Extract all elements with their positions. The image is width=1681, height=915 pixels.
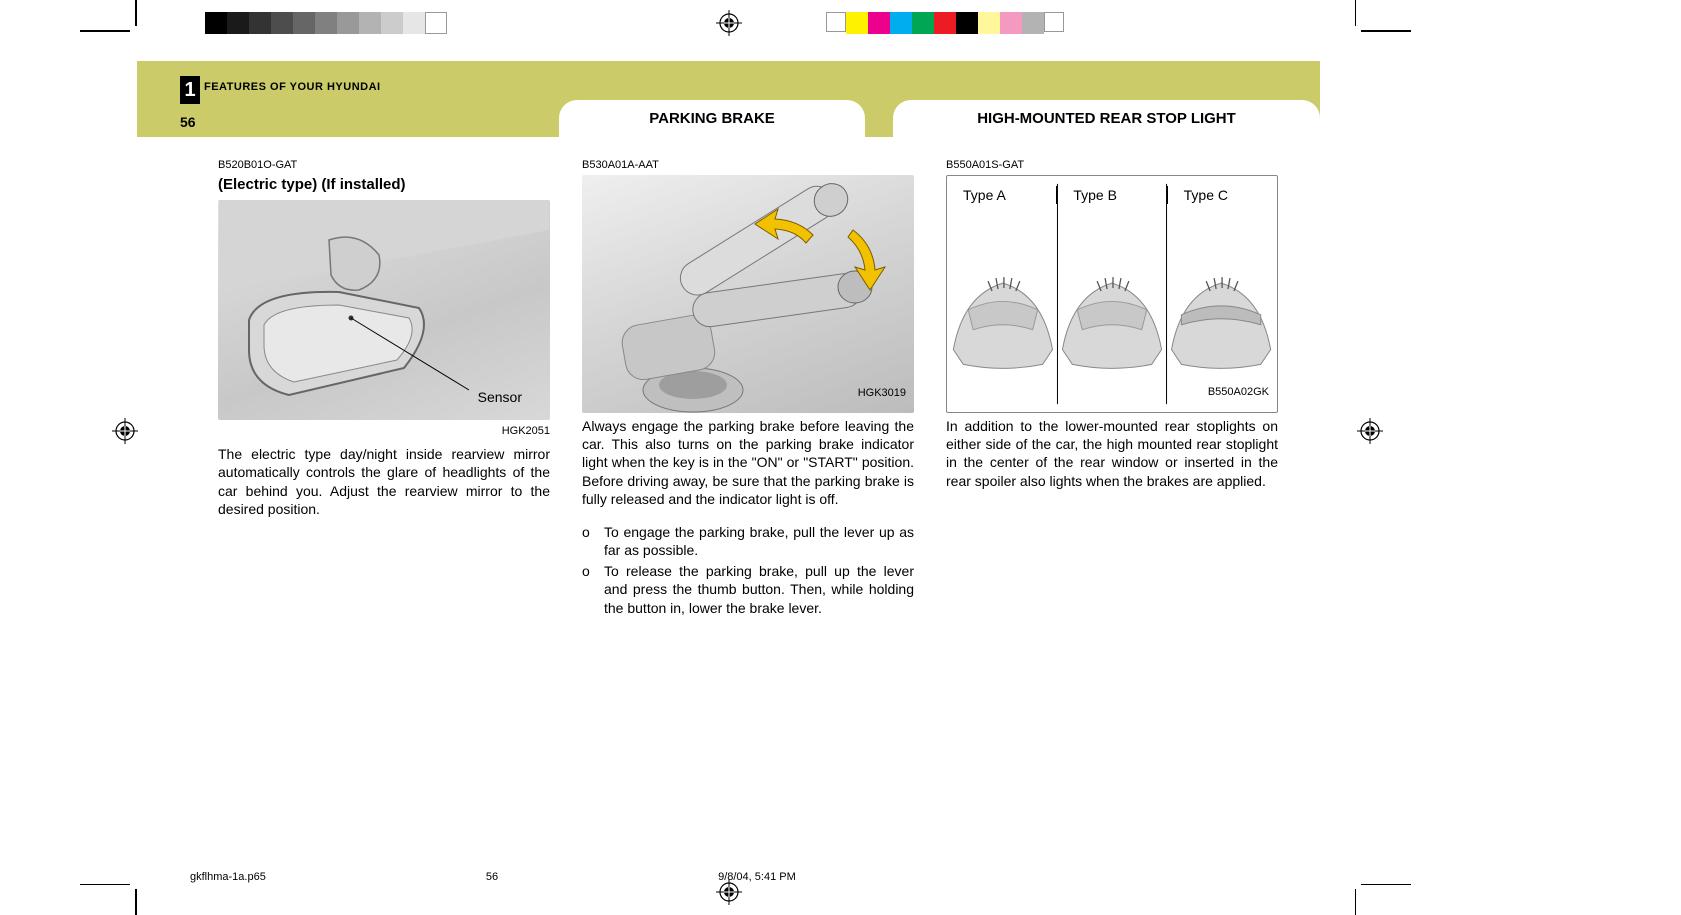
list-item: oTo release the parking brake, pull up t…	[582, 562, 914, 617]
list-item-text: To engage the parking brake, pull the le…	[604, 523, 914, 560]
body-text: The electric type day/night inside rearv…	[218, 445, 550, 519]
crop-mark	[135, 889, 137, 915]
list-item-text: To release the parking brake, pull up th…	[604, 562, 914, 617]
section-code: B530A01A-AAT	[582, 158, 914, 173]
list-item: oTo engage the parking brake, pull the l…	[582, 523, 914, 560]
figure-code: B550A02GK	[1208, 385, 1269, 400]
section-subtitle: (Electric type) (If installed)	[218, 175, 550, 195]
crop-mark	[135, 0, 137, 26]
figure-parking-brake: HGK3019	[582, 175, 914, 413]
figure-code: HGK2051	[218, 424, 550, 439]
column-parking-brake: B530A01A-AAT HGK3019 Always engage the p…	[582, 158, 914, 619]
body-text: Always engage the parking brake before l…	[582, 417, 914, 509]
figure-rearview-mirror: Sensor	[218, 200, 550, 420]
crop-mark	[1361, 884, 1411, 886]
column-stop-light: B550A01S-GAT Type A Type B Type C	[946, 158, 1278, 619]
crop-mark	[1355, 889, 1357, 915]
page-number: 56	[180, 114, 196, 130]
section-heading-parking-brake: PARKING BRAKE	[559, 100, 865, 137]
footer-filename: gkflhma-1a.p65	[190, 871, 266, 883]
section-code: B550A01S-GAT	[946, 158, 1278, 173]
chapter-title: FEATURES OF YOUR HYUNDAI	[204, 81, 381, 93]
color-swatches	[826, 12, 1064, 34]
footer-datetime: 9/8/04, 5:41 PM	[718, 871, 796, 883]
registration-mark	[1357, 418, 1383, 444]
footer: gkflhma-1a.p65 56 9/8/04, 5:41 PM	[190, 871, 1280, 883]
registration-mark	[716, 10, 742, 36]
body-text: In addition to the lower-mounted rear st…	[946, 417, 1278, 491]
figure-code: HGK3019	[858, 386, 906, 401]
crop-mark	[1361, 30, 1411, 32]
figure-stop-light-types: Type A Type B Type C	[946, 175, 1278, 413]
crop-mark	[80, 884, 130, 886]
footer-page: 56	[486, 871, 498, 883]
crop-mark	[1355, 0, 1357, 26]
grayscale-swatches	[205, 12, 447, 34]
column-mirror: B520B01O-GAT (Electric type) (If install…	[218, 158, 550, 619]
callout-sensor: Sensor	[478, 388, 522, 406]
section-code: B520B01O-GAT	[218, 158, 550, 173]
registration-mark	[112, 418, 138, 444]
section-heading-rear-stop-light: HIGH-MOUNTED REAR STOP LIGHT	[893, 100, 1320, 137]
chapter-number: 1	[180, 76, 200, 104]
crop-mark	[80, 30, 130, 32]
instruction-list: oTo engage the parking brake, pull the l…	[582, 523, 914, 617]
